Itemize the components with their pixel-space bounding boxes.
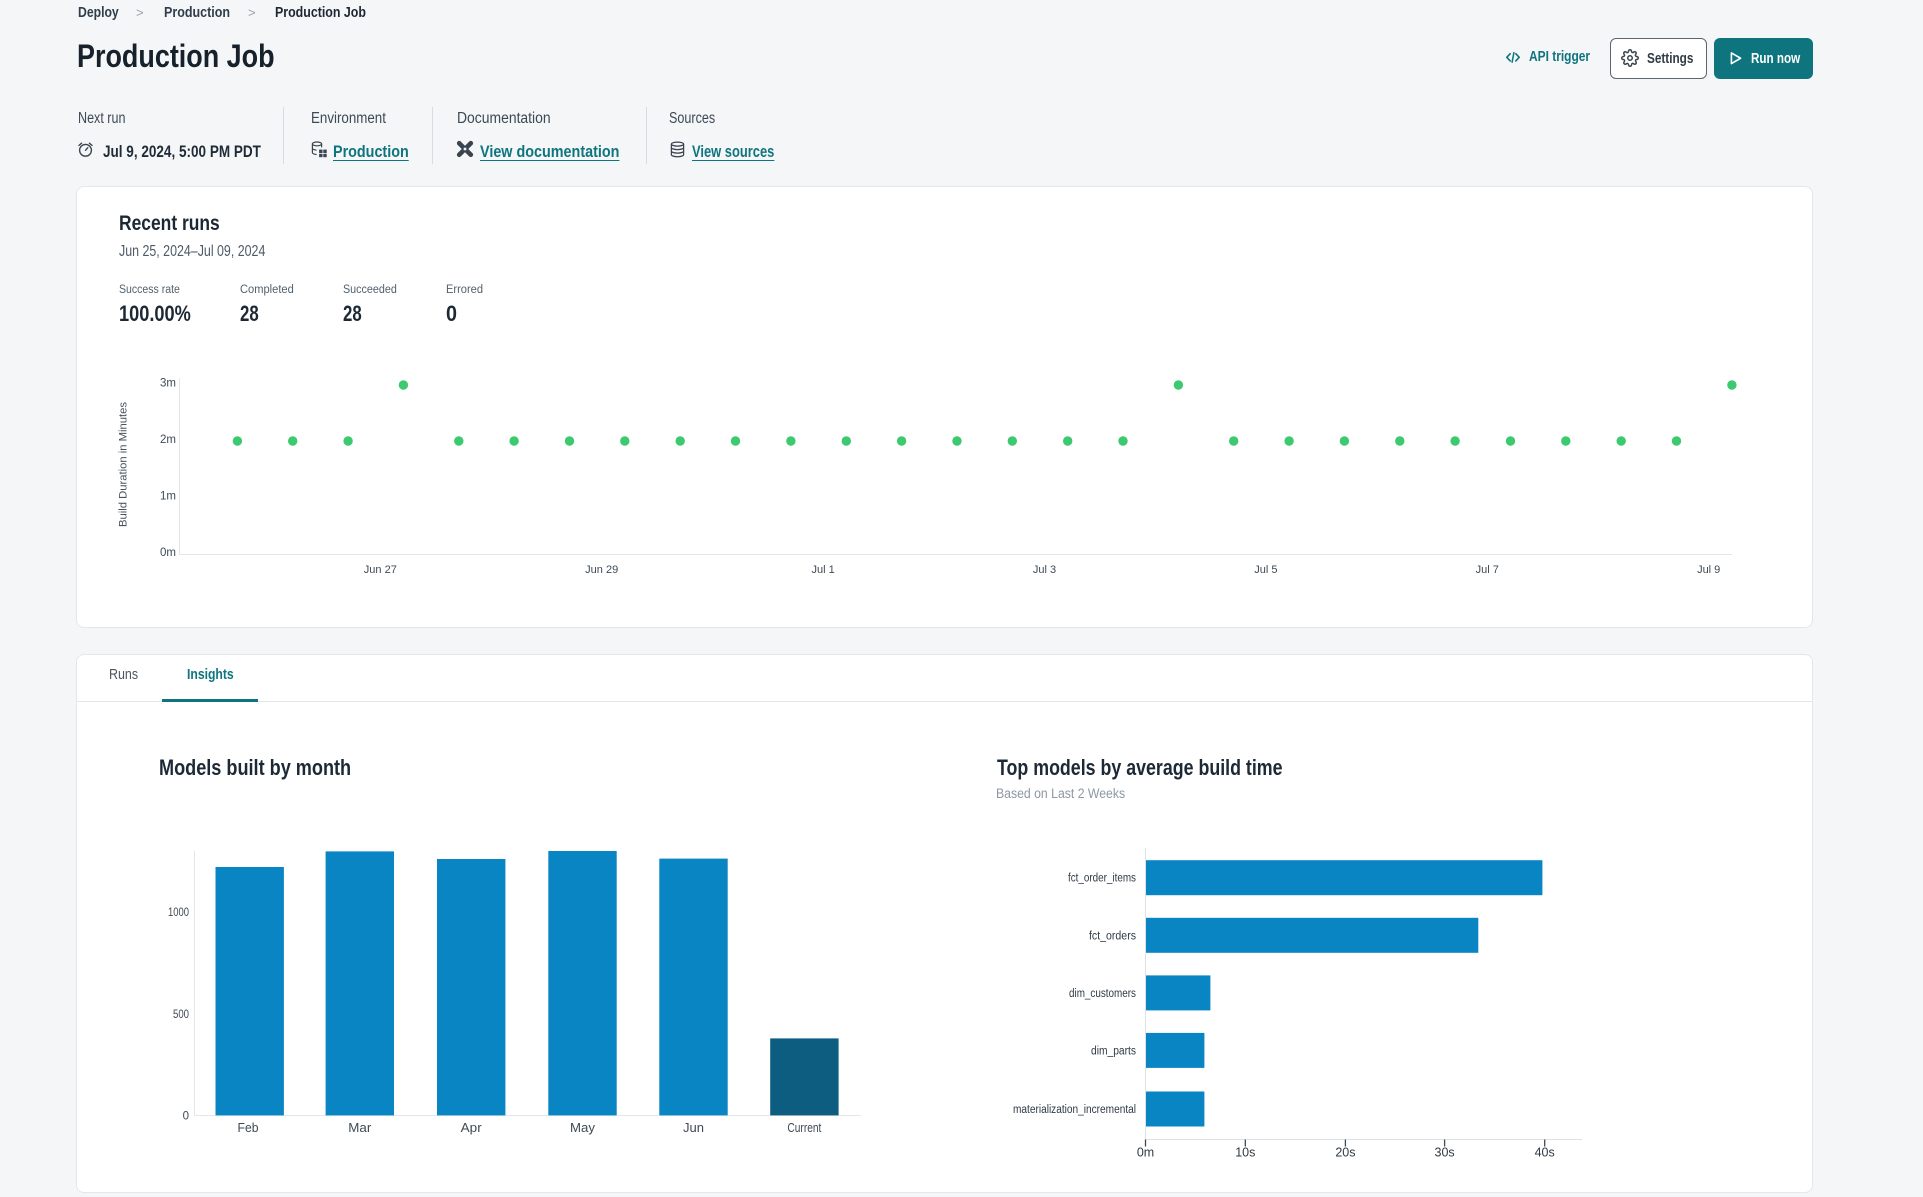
svg-text:Current: Current [787,1121,821,1135]
svg-text:40s: 40s [1535,1146,1555,1160]
svg-text:2m: 2m [160,434,176,446]
svg-text:Jun: Jun [683,1121,704,1135]
svg-text:10s: 10s [1235,1146,1255,1160]
svg-text:3m: 3m [160,378,176,390]
svg-text:fct_orders: fct_orders [1089,930,1136,942]
svg-text:Jul 9: Jul 9 [1697,564,1720,576]
svg-text:dim_parts: dim_parts [1091,1046,1136,1058]
svg-text:Jun 29: Jun 29 [585,564,618,576]
svg-text:20s: 20s [1335,1146,1355,1160]
svg-text:1000: 1000 [168,907,189,919]
svg-text:Jun 27: Jun 27 [364,564,397,576]
svg-text:0m: 0m [1137,1146,1154,1160]
svg-text:Jul 3: Jul 3 [1033,564,1056,576]
svg-text:Mar: Mar [348,1121,371,1135]
svg-text:Build Duration in Minutes: Build Duration in Minutes [118,402,130,527]
svg-text:Jul 1: Jul 1 [811,564,834,576]
svg-text:fct_order_items: fct_order_items [1068,873,1136,885]
svg-text:Jul 7: Jul 7 [1476,564,1499,576]
svg-text:Feb: Feb [238,1121,259,1135]
svg-text:Apr: Apr [461,1121,482,1135]
svg-text:1m: 1m [160,491,176,503]
svg-text:0m: 0m [160,547,176,559]
svg-text:30s: 30s [1435,1146,1455,1160]
svg-text:materialization_incremental: materialization_incremental [1013,1104,1136,1116]
svg-text:May: May [570,1121,596,1135]
svg-text:0: 0 [183,1110,189,1122]
svg-text:Jul 5: Jul 5 [1254,564,1277,576]
svg-text:dim_customers: dim_customers [1069,988,1136,1000]
svg-text:500: 500 [173,1009,189,1021]
